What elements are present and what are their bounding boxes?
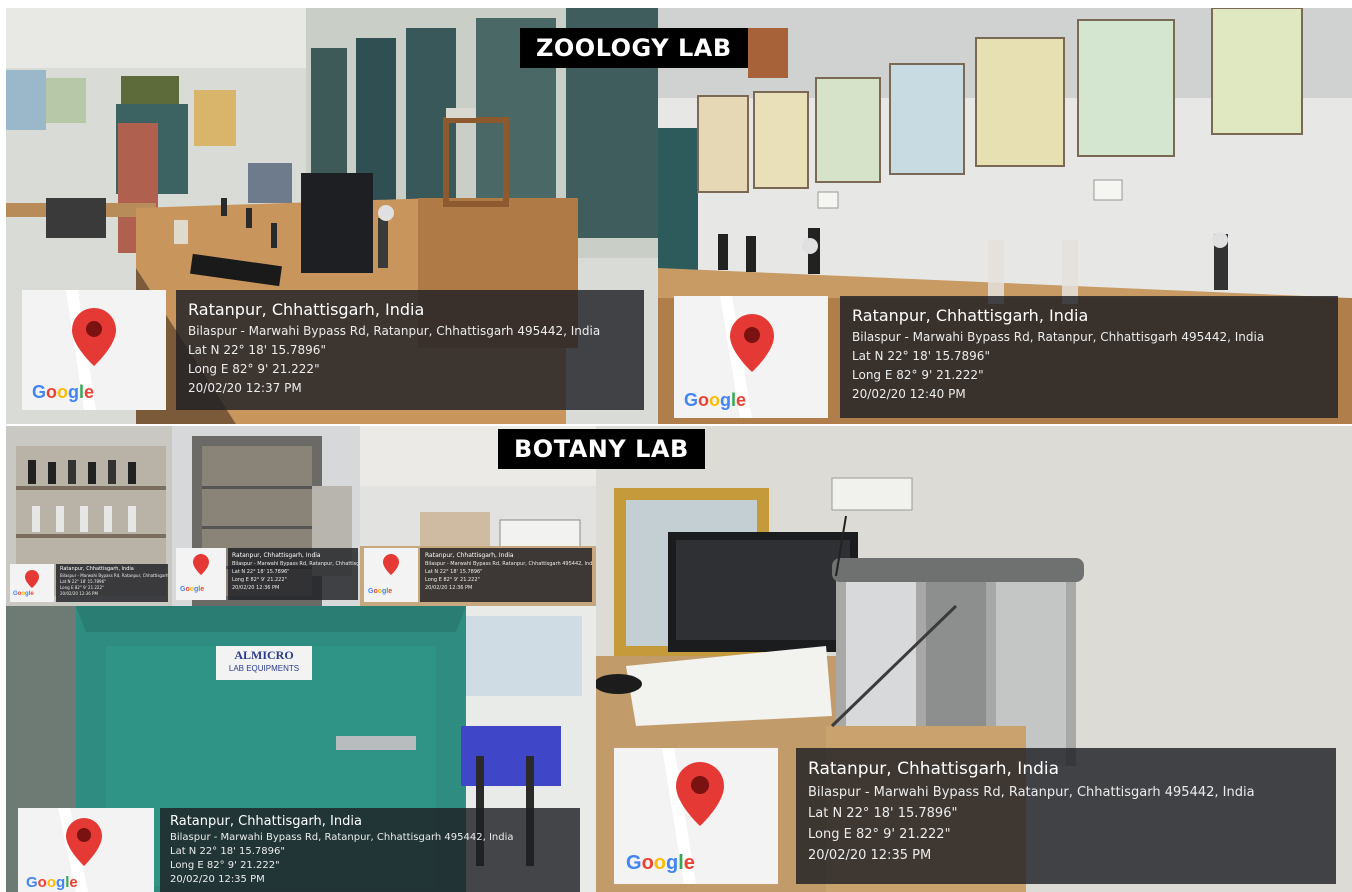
map-thumbnail-zoo-left: Google [22,290,166,410]
geotag-time: 20/02/20 12:35 PM [170,874,265,885]
geotag-time: 20/02/20 12:36 PM [60,591,98,596]
google-logo: Google [26,874,78,891]
map-thumbnail-bot-bottom-left: Google [18,808,154,892]
geotag-title: Ratanpur, Chhattisgarh, India [170,814,362,829]
geotag-lat: Lat N 22° 18' 15.7896" [188,343,326,357]
geotag-long: Long E 82° 9' 21.222" [425,577,480,583]
geotag-lat: Lat N 22° 18' 15.7896" [852,349,990,363]
geotag-address: Bilaspur - Marwahi Bypass Rd, Ratanpur, … [852,330,1265,344]
geotag-long: Long E 82° 9' 21.222" [852,368,984,382]
google-logo: Google [32,382,95,402]
map-thumbnail-bot-right: Google [614,748,778,884]
geotag-title: Ratanpur, Chhattisgarh, India [60,566,134,572]
geotag-long: Long E 82° 9' 21.222" [808,827,951,842]
geotag-time: 20/02/20 12:36 PM [425,585,473,591]
map-thumbnail-bot-small-1: Google [10,564,54,602]
geotag-lat: Lat N 22° 18' 15.7896" [170,846,285,857]
geotag-title: Ratanpur, Chhattisgarh, India [852,306,1089,325]
google-logo: Google [13,591,34,597]
geotag-bot-bottom-left: Ratanpur, Chhattisgarh, India Bilaspur -… [160,808,580,892]
botany-lab-heading: BOTANY LAB [498,429,705,469]
geotag-title: Ratanpur, Chhattisgarh, India [425,552,514,559]
google-logo: Google [684,390,747,410]
google-logo: Google [180,586,205,593]
geotag-lat: Lat N 22° 18' 15.7896" [232,569,290,575]
geotag-time: 20/02/20 12:35 PM [808,848,932,863]
geotag-long: Long E 82° 9' 21.222" [188,362,320,376]
map-thumbnail-bot-small-3: Google [364,548,418,602]
geotag-long: Long E 82° 9' 21.222" [170,860,280,871]
geotag-title: Ratanpur, Chhattisgarh, India [188,300,425,319]
geotag-title: Ratanpur, Chhattisgarh, India [808,759,1060,779]
google-logo: Google [626,852,695,874]
geotag-address: Bilaspur - Marwahi Bypass Rd, Ratanpur, … [232,561,358,567]
equipment-sub-text: LAB EQUIPMENTS [228,664,300,673]
google-logo: Google [368,588,393,595]
equipment-brand-text: ALMICRO [234,648,294,662]
geotag-bot-small-1: Ratanpur, Chhattisgarh, India Bilaspur -… [56,564,168,602]
geotag-address: Bilaspur - Marwahi Bypass Rd, Ratanpur, … [170,832,514,843]
geotag-title: Ratanpur, Chhattisgarh, India [232,552,321,559]
geotag-time: 20/02/20 12:37 PM [188,381,302,395]
geotag-address: Bilaspur - Marwahi Bypass Rd, Ratanpur, … [188,324,601,338]
geotag-time: 20/02/20 12:40 PM [852,387,966,401]
geotag-address: Bilaspur - Marwahi Bypass Rd, Ratanpur, … [425,561,592,567]
geotag-address: Bilaspur - Marwahi Bypass Rd, Ratanpur, … [808,785,1255,800]
geotag-time: 20/02/20 12:36 PM [232,585,280,591]
map-thumbnail-zoo-right: Google [674,296,828,418]
map-thumbnail-bot-small-2: Google [176,548,226,600]
geotag-bot-small-3: Ratanpur, Chhattisgarh, India Bilaspur -… [420,548,592,602]
geotag-zoo-right: Ratanpur, Chhattisgarh, India Bilaspur -… [840,296,1338,418]
geotag-zoo-left: Ratanpur, Chhattisgarh, India Bilaspur -… [176,290,644,410]
geotag-lat: Lat N 22° 18' 15.7896" [425,569,483,575]
geotag-lat: Lat N 22° 18' 15.7896" [808,806,958,821]
geotag-bot-right: Ratanpur, Chhattisgarh, India Bilaspur -… [796,748,1336,884]
zoology-lab-heading: ZOOLOGY LAB [520,28,748,68]
geotag-bot-small-2: Ratanpur, Chhattisgarh, India Bilaspur -… [228,548,358,600]
geotag-long: Long E 82° 9' 21.222" [232,577,287,583]
